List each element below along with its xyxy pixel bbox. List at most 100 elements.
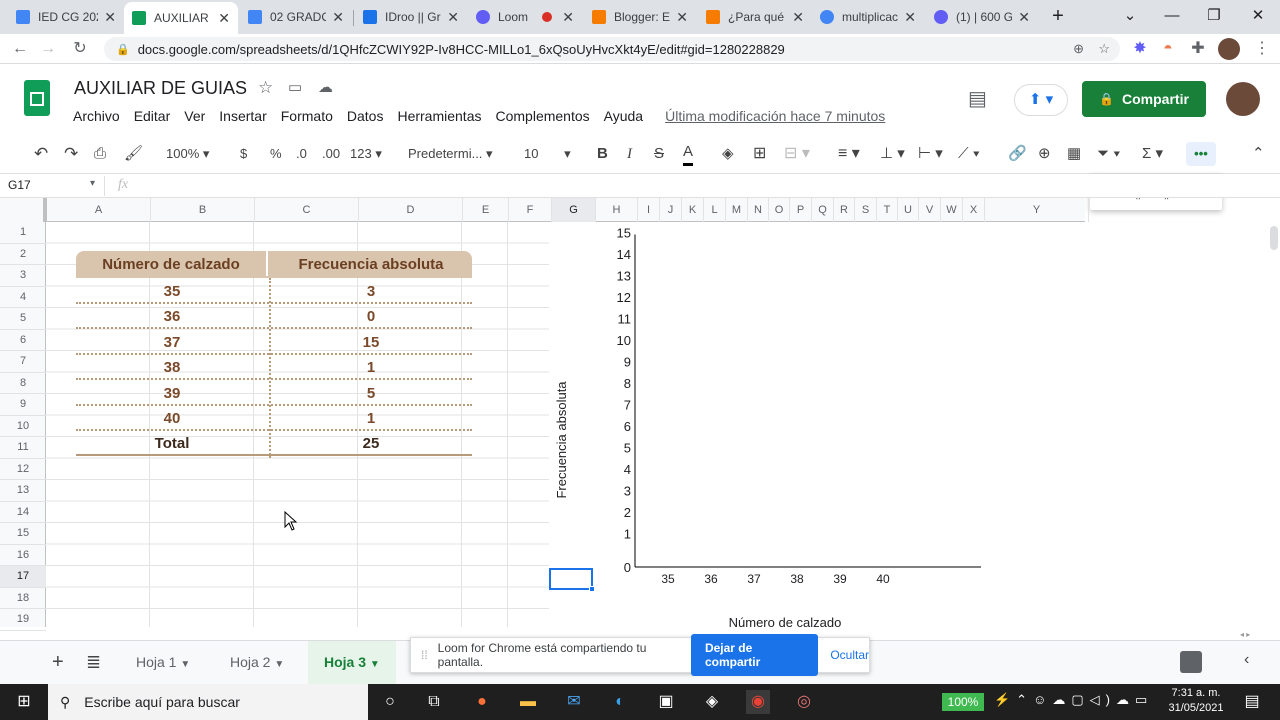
column-header-l[interactable]: L [704, 198, 726, 222]
document-title[interactable]: AUXILIAR DE GUIAS [74, 78, 247, 99]
column-header-o[interactable]: O [769, 198, 790, 222]
browser-tab[interactable]: IED CG 202 ✕ [8, 4, 124, 30]
column-header-d[interactable]: D [359, 198, 463, 222]
taskbar-search[interactable]: ⚲ Escribe aquí para buscar [48, 684, 368, 720]
browser-tab-active[interactable]: AUXILIAR D ✕ [124, 2, 238, 34]
tab-search-icon[interactable]: ⌄ [1112, 4, 1148, 28]
close-icon[interactable]: ✕ [218, 10, 230, 27]
loom-extension-icon[interactable]: ✸ [1128, 37, 1152, 61]
close-icon[interactable]: ✕ [904, 9, 916, 26]
menu-formato[interactable]: Formato [281, 108, 333, 124]
row-header-7[interactable]: 7 [0, 351, 46, 373]
system-tray-icons[interactable]: ⚡⌃☺☁▢◁)☁▭ [994, 692, 1153, 708]
column-header-c[interactable]: C [255, 198, 359, 222]
column-header-n[interactable]: N [748, 198, 769, 222]
url-field[interactable]: 🔒 docs.google.com/spreadsheets/d/1QHfcZC… [104, 37, 1120, 61]
font-select[interactable]: Predetermi... ▾ [408, 142, 498, 166]
bookmark-star-icon[interactable]: ☆ [1098, 41, 1110, 57]
row-header-9[interactable]: 9 [0, 394, 46, 416]
sheet-tab-hoja-3-active[interactable]: Hoja 3 ▼ [308, 641, 396, 684]
fill-color-icon[interactable]: ◈ [722, 142, 734, 166]
share-button[interactable]: 🔒 Compartir [1082, 81, 1206, 117]
paint-format-icon[interactable]: 🖌 [124, 142, 143, 166]
window-close-icon[interactable]: ✕ [1240, 4, 1276, 28]
text-color-button[interactable]: A [683, 142, 694, 166]
move-folder-icon[interactable]: ▭ [288, 78, 302, 96]
percent-format-button[interactable]: % [270, 142, 282, 166]
hide-button[interactable]: Ocultar [830, 648, 869, 662]
row-header-17[interactable]: 17 [0, 566, 46, 588]
row-header-14[interactable]: 14 [0, 502, 46, 523]
undo-icon[interactable]: ↶ [34, 142, 48, 166]
cloud-status-icon[interactable]: ☁ [318, 78, 333, 96]
align-left-icon[interactable]: ≡ ▾ [838, 142, 860, 166]
column-header-y[interactable]: Y [985, 198, 1089, 222]
frequency-table-image[interactable]: Número de calzado Frecuencia absoluta 35… [76, 251, 472, 459]
menu-ayuda[interactable]: Ayuda [604, 108, 643, 124]
browser-tab[interactable]: 02 GRADO ✕ [240, 4, 352, 30]
row-header-5[interactable]: 5 [0, 308, 46, 330]
vertical-scrollbar-thumb[interactable] [1270, 226, 1278, 250]
close-icon[interactable]: ✕ [1018, 9, 1030, 26]
close-icon[interactable]: ✕ [332, 9, 344, 26]
clock[interactable]: 7:31 a. m. 31/05/2021 [1166, 686, 1226, 716]
back-icon[interactable]: ← [8, 37, 32, 61]
bold-button[interactable]: B [597, 142, 608, 166]
column-header-m[interactable]: M [726, 198, 748, 222]
present-button[interactable]: ⬆ ▾ [1014, 84, 1068, 116]
extension-icon[interactable]: ◓ [1156, 37, 1180, 61]
profile-avatar[interactable] [1218, 38, 1240, 60]
battery-indicator[interactable]: 100% [942, 693, 984, 711]
column-header-r[interactable]: R [834, 198, 855, 222]
add-sheet-icon[interactable]: + [42, 641, 74, 684]
column-header-v[interactable]: V [919, 198, 941, 222]
menu-complementos[interactable]: Complementos [495, 108, 589, 124]
minimize-icon[interactable]: — [1154, 4, 1190, 28]
functions-icon[interactable]: Σ ▾ [1142, 142, 1163, 166]
filter-icon[interactable]: ⏷ ▾ [1097, 142, 1121, 166]
currency-format-button[interactable]: $ [240, 142, 247, 166]
close-icon[interactable]: ✕ [562, 9, 574, 26]
app-icon[interactable]: ◎ [792, 690, 816, 714]
row-header-11[interactable]: 11 [0, 437, 46, 459]
stop-sharing-button[interactable]: Dejar de compartir [690, 634, 819, 676]
explore-icon[interactable] [1180, 651, 1202, 673]
row-header-10[interactable]: 10 [0, 416, 46, 437]
close-icon[interactable]: ✕ [447, 9, 459, 26]
mail-icon[interactable]: ✉ [562, 690, 586, 714]
row-header-19[interactable]: 19 [0, 609, 46, 631]
column-header-e[interactable]: E [463, 198, 509, 222]
column-header-q[interactable]: Q [812, 198, 834, 222]
close-icon[interactable]: ✕ [104, 9, 116, 26]
column-header-f[interactable]: F [509, 198, 552, 222]
column-header-p[interactable]: P [790, 198, 812, 222]
star-icon[interactable]: ☆ [258, 78, 273, 98]
chrome-icon[interactable]: ◉ [746, 690, 770, 714]
column-header-a[interactable]: A [47, 198, 151, 222]
strikethrough-button[interactable]: S [654, 142, 664, 166]
menu-herramientas[interactable]: Herramientas [397, 108, 481, 124]
more-formats-select[interactable]: 123 ▾ [350, 142, 382, 166]
redo-icon[interactable]: ↷ [64, 142, 78, 166]
browser-tab[interactable]: ¿Para qué ✕ [698, 4, 812, 30]
column-header-k[interactable]: K [682, 198, 704, 222]
windows-start-icon[interactable]: ⊞ [12, 690, 36, 714]
column-header-t[interactable]: T [877, 198, 898, 222]
extensions-puzzle-icon[interactable]: ✚ [1186, 37, 1210, 61]
row-header-3[interactable]: 3 [0, 265, 46, 287]
row-header-12[interactable]: 12 [0, 459, 46, 480]
file-explorer-icon[interactable]: ▬ [516, 690, 540, 714]
maximize-icon[interactable]: ❐ [1196, 4, 1232, 28]
name-box[interactable]: G17 [8, 178, 31, 192]
column-header-g[interactable]: G [552, 198, 596, 222]
text-rotation-icon[interactable]: ⟋ ▾ [958, 142, 980, 166]
column-header-h[interactable]: H [596, 198, 638, 222]
column-header-x[interactable]: X [963, 198, 985, 222]
row-header-8[interactable]: 8 [0, 373, 46, 394]
all-sheets-icon[interactable]: ≣ [76, 641, 111, 684]
column-header-s[interactable]: S [855, 198, 877, 222]
text-wrap-icon[interactable]: ⊢ ▾ [918, 142, 943, 166]
comments-icon[interactable]: ▤ [968, 86, 987, 111]
forward-icon[interactable]: → [36, 37, 60, 61]
sheet-tab-hoja-2[interactable]: Hoja 2 ▼ [220, 641, 294, 684]
